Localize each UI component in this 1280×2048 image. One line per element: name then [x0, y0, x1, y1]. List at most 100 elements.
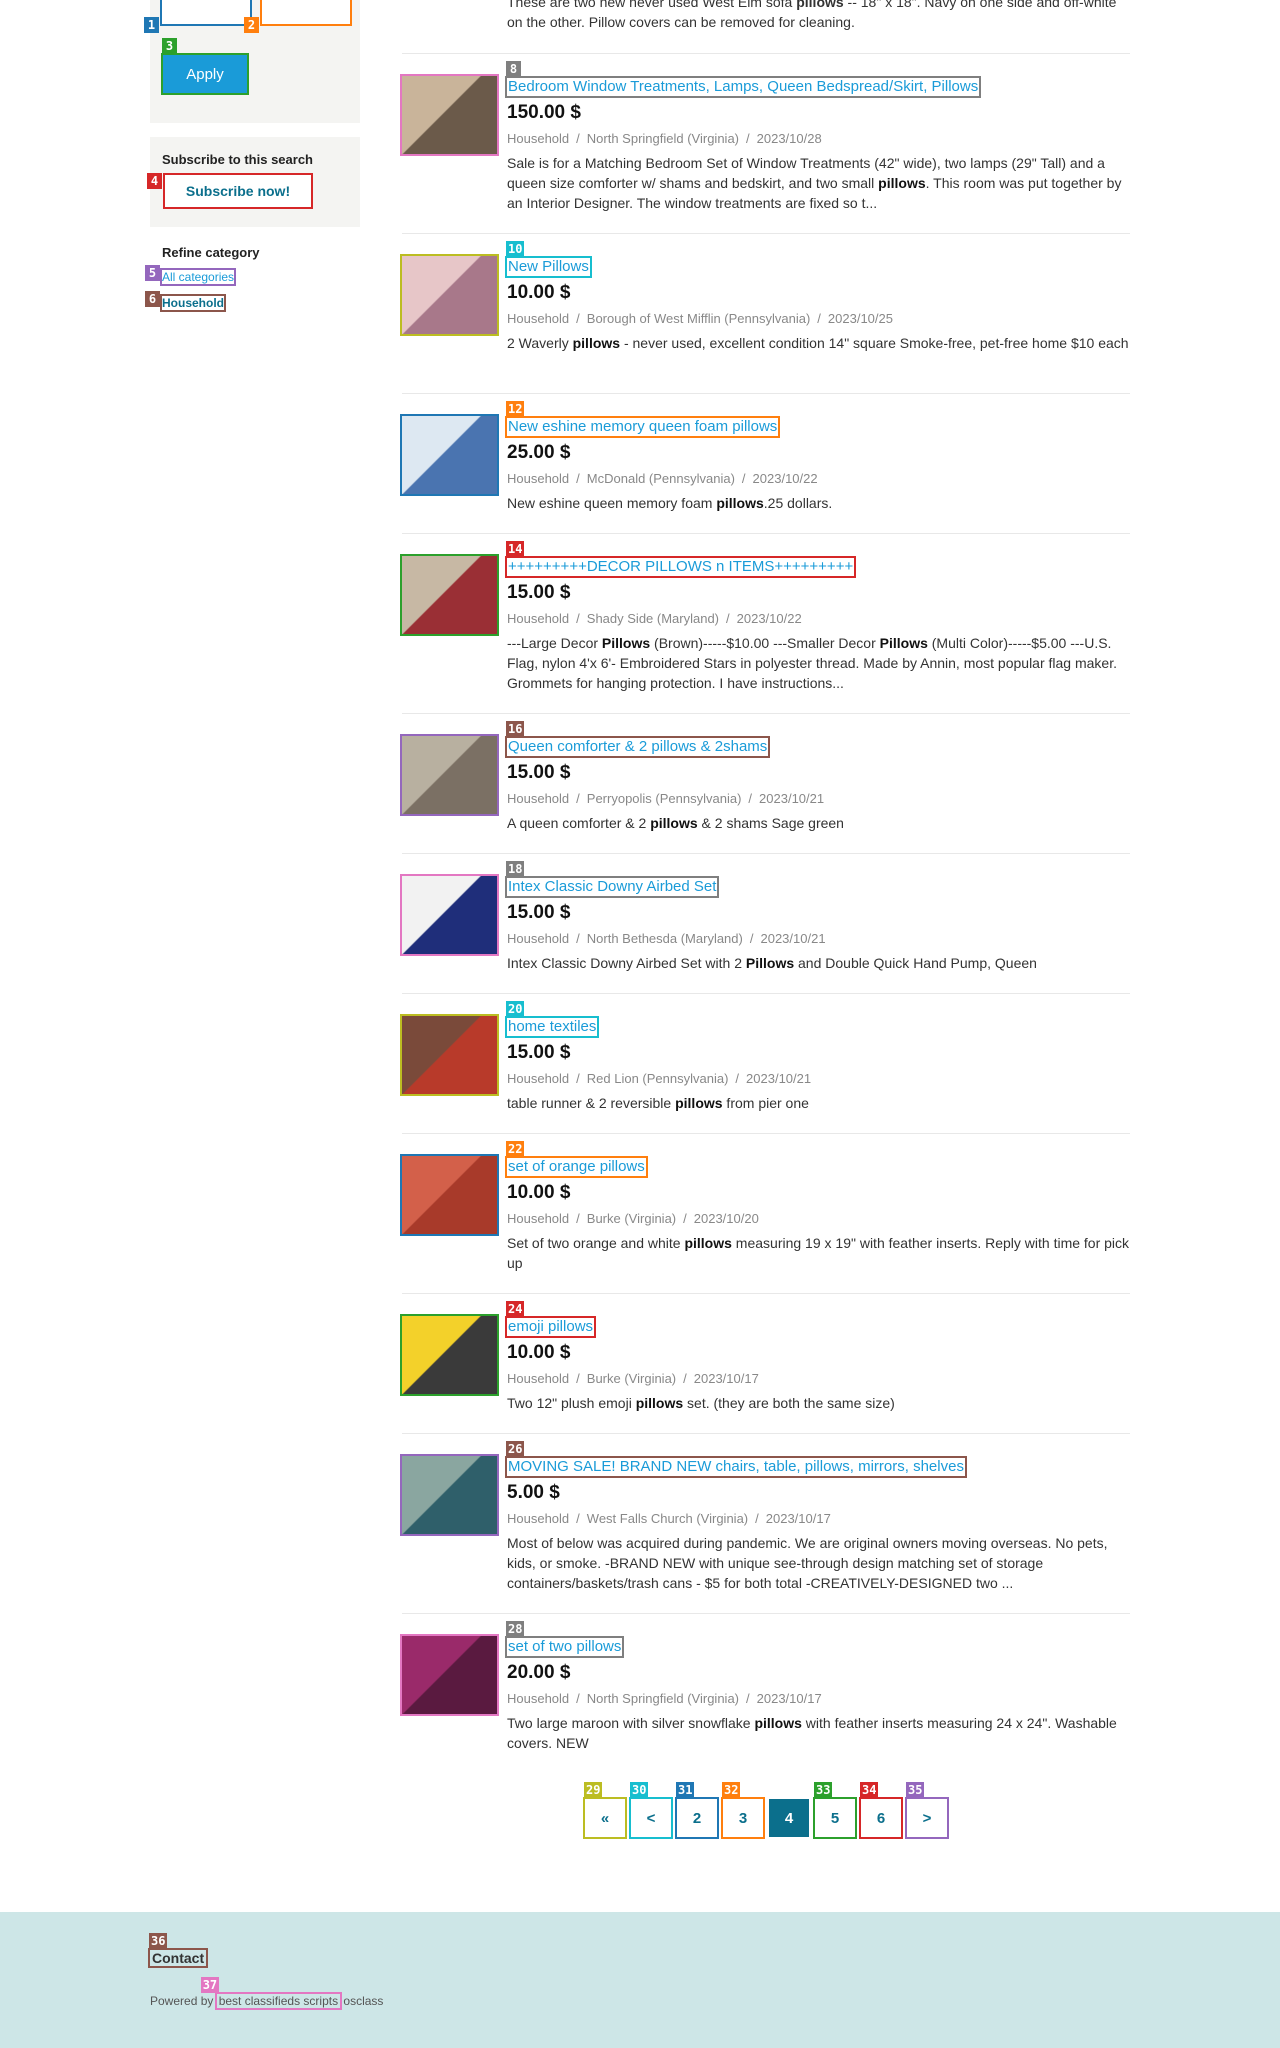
refine-category: Refine category 5 All categories 6 House… [145, 245, 260, 312]
listing-info: 14 +++++++++DECOR PILLOWS n ITEMS+++++++… [504, 541, 1130, 693]
listing-info: 28 set of two pillows 20.00 $ Household /… [504, 1621, 1130, 1753]
subscribe-box: Subscribe to this search 4 Subscribe now… [147, 137, 360, 227]
listing-meta: Household / North Springfield (Virginia) / 2… [507, 131, 1130, 146]
page-label: 5 [830, 1809, 840, 1827]
listing-photo [402, 76, 497, 154]
max-price-input[interactable]: 2 [244, 0, 352, 33]
powered-suffix: osclass [340, 1994, 384, 2008]
meta-separator: / [576, 471, 580, 486]
listing-description: Set of two orange and white pillows meas… [507, 1235, 1130, 1271]
listing-meta: Household / McDonald (Pennsylvania) / 2023/1… [507, 471, 1130, 486]
page-label: 2 [692, 1809, 702, 1827]
meta-separator: / [576, 1371, 580, 1386]
listing-title-link[interactable]: 24 emoji pillows [504, 1301, 597, 1338]
meta-separator: / [817, 311, 821, 326]
listing-date: 2023/10/21 [746, 1071, 812, 1086]
price-filter-box: 1 2 3 Apply [144, 0, 360, 123]
listing-title-link[interactable]: 28 set of two pillows [504, 1621, 625, 1658]
listing-thumbnail[interactable]: 27 [400, 1634, 499, 1716]
listing-photo [402, 416, 497, 494]
meta-separator: / [576, 1691, 580, 1706]
listing-description: 2 Waverly pillows - never used, excellen… [507, 335, 1129, 351]
page-link[interactable]: 30 < [629, 1782, 673, 1839]
household-category-link[interactable]: Household [160, 294, 226, 312]
listing-item: 9 10 New Pillows 10.00 $ Household / Borou… [400, 233, 1130, 393]
listing-thumbnail[interactable]: 15 [400, 734, 499, 816]
listing-item: 27 28 set of two pillows 20.00 $ Househo… [400, 1613, 1130, 1773]
listing-photo [402, 1636, 497, 1714]
listing-photo [402, 1316, 497, 1394]
listing-info: 26 MOVING SALE! BRAND NEW chairs, table,… [505, 1441, 1130, 1593]
apply-button[interactable]: 3 Apply [161, 38, 249, 95]
page-link[interactable]: 31 2 [675, 1782, 719, 1839]
page-label: « [600, 1809, 610, 1827]
listing-title-link[interactable]: 10 New Pillows [505, 241, 592, 278]
listing-title: +++++++++DECOR PILLOWS n ITEMS+++++++++ [508, 558, 854, 575]
page-link[interactable]: 32 3 [721, 1782, 765, 1839]
listing-title-link[interactable]: 16 Queen comforter & 2 pillows & 2shams [504, 721, 771, 758]
listing-title-link[interactable]: 14 +++++++++DECOR PILLOWS n ITEMS+++++++… [504, 541, 857, 578]
listing-title-link[interactable]: 26 MOVING SALE! BRAND NEW chairs, table,… [505, 1441, 967, 1478]
min-price-input[interactable]: 1 [144, 0, 252, 33]
listing-description: table runner & 2 reversible pillows from… [507, 1095, 809, 1111]
listing-info: 20 home textiles 15.00 $ Household / Red L… [504, 1001, 1130, 1113]
listing-thumbnail[interactable]: 7 [400, 74, 499, 156]
listing-thumbnail[interactable]: 13 [400, 554, 499, 636]
all-categories-link[interactable]: All categories [159, 268, 237, 286]
listing-location: North Bethesda (Maryland) [586, 931, 743, 946]
listing-category: Household [507, 1511, 570, 1526]
listing-meta: Household / West Falls Church (Virginia) / 2… [507, 1511, 1130, 1526]
classifieds-scripts-link[interactable]: 37 best classifieds scripts [200, 1977, 343, 2010]
listing-date: 2023/10/20 [693, 1211, 759, 1226]
listing-thumbnail[interactable]: 23 [400, 1314, 499, 1396]
contact-link[interactable]: 36 Contact [147, 1933, 209, 1968]
listing-title: New eshine memory queen foam pillows [508, 418, 778, 435]
listing-location: North Springfield (Virginia) [586, 131, 739, 146]
listing-description: ---Large Decor Pillows (Brown)-----$10.0… [507, 635, 1117, 691]
subscribe-title: Subscribe to this search [162, 152, 313, 167]
listing-price: 15.00 $ [507, 1042, 571, 1063]
listing-location: Perryopolis (Pennsylvania) [586, 791, 742, 806]
listing-thumbnail[interactable]: 17 [400, 874, 499, 956]
listing-title-link[interactable]: 18 Intex Classic Downy Airbed Set [504, 861, 720, 898]
page-link[interactable]: 29 « [583, 1782, 627, 1839]
subscribe-button[interactable]: 4 Subscribe now! [147, 173, 313, 209]
listing-price: 15.00 $ [507, 762, 571, 783]
listing-location: McDonald (Pennsylvania) [586, 471, 735, 486]
listing-category: Household [507, 1371, 570, 1386]
listing-title-link[interactable]: 12 New eshine memory queen foam pillows [504, 401, 781, 438]
powered-prefix: Powered by [150, 1994, 217, 2008]
meta-separator: / [576, 131, 580, 146]
meta-separator: / [576, 1211, 580, 1226]
listing-thumbnail[interactable]: 19 [400, 1014, 499, 1096]
page-label: 3 [738, 1809, 748, 1827]
household-wrap: 6 Household [145, 291, 226, 312]
listing-thumbnail[interactable]: 21 [400, 1154, 499, 1236]
listing-category: Household [507, 791, 570, 806]
page-link[interactable]: 35 > [905, 1782, 949, 1839]
meta-separator: / [746, 1691, 750, 1706]
listing-thumbnail[interactable]: 11 [400, 414, 499, 496]
listing-photo [402, 1016, 497, 1094]
listing-photo [402, 556, 497, 634]
marker-badge: 8 [506, 61, 521, 77]
listing-date: 2023/10/17 [693, 1371, 759, 1386]
listing-thumbnail[interactable]: 25 [400, 1454, 499, 1536]
marker-badge: 14 [506, 541, 525, 557]
meta-separator: / [726, 611, 730, 626]
listing-info: 10 New Pillows 10.00 $ Household / Borough… [505, 241, 1130, 353]
listing-thumbnail[interactable]: 9 [400, 254, 499, 336]
marker-badge: 29 [584, 1782, 603, 1798]
listing-info: 24 emoji pillows 10.00 $ Household / Burke… [504, 1301, 1130, 1413]
marker-badge: 24 [506, 1301, 525, 1317]
marker-badge: 4 [147, 173, 162, 189]
listing-title-link[interactable]: 8 Bedroom Window Treatments, Lamps, Quee… [504, 61, 982, 98]
listing-item: 11 12 New eshine memory queen foam pillo… [400, 393, 1130, 533]
page-link[interactable]: 34 6 [859, 1782, 903, 1839]
listing-category: Household [507, 311, 570, 326]
listing-meta: Household / Red Lion (Pennsylvania) / 2023/1… [507, 1071, 1130, 1086]
listing-title-link[interactable]: 22 set of orange pillows [505, 1141, 648, 1178]
listing-title-link[interactable]: 20 home textiles [504, 1001, 600, 1038]
page-link[interactable]: 33 5 [813, 1782, 857, 1839]
listing-category: Household [507, 1691, 570, 1706]
